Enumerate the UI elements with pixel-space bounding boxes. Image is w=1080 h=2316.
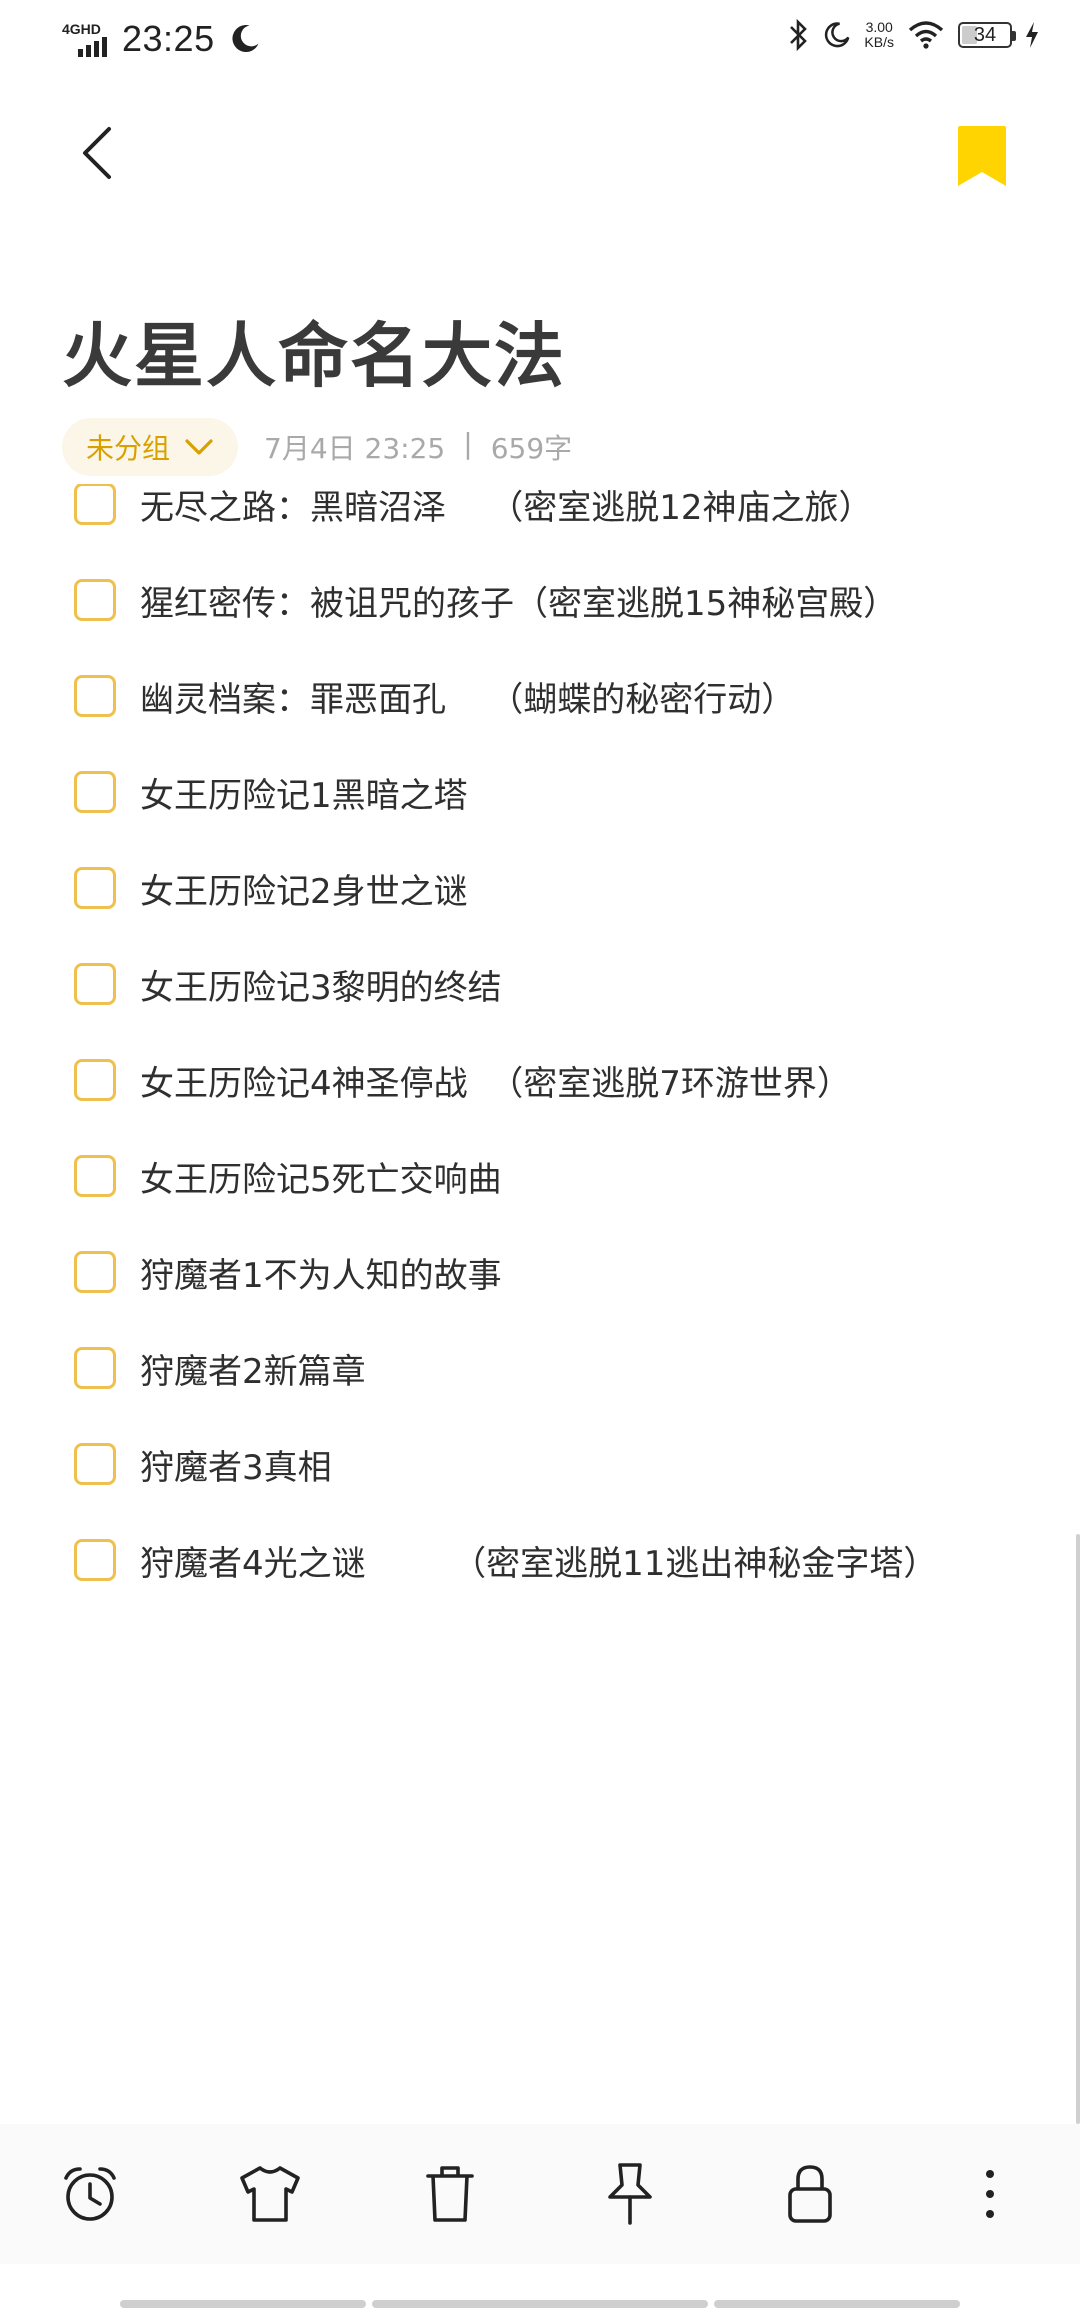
checklist-item: 狩魔者3真相 — [0, 1416, 1080, 1512]
trash-icon — [426, 2166, 474, 2222]
checklist-item: 狩魔者4光之谜 （密室逃脱11逃出神秘金字塔） — [0, 1512, 1080, 1608]
status-right: 3.00 KB/s 34 — [788, 18, 1040, 52]
moon-icon — [232, 25, 259, 53]
status-time: 23:25 — [122, 18, 215, 59]
checklist-item-text[interactable]: 猩红密传：被诅咒的孩子（密室逃脱15神秘宫殿） — [140, 576, 897, 625]
checklist-item-text[interactable]: 无尽之路：黑暗沼泽 （密室逃脱12神庙之旅） — [140, 484, 873, 529]
checkbox[interactable] — [74, 579, 116, 621]
meta-separator: | — [463, 427, 473, 460]
checklist-item-text[interactable]: 女王历险记5死亡交响曲 — [140, 1152, 502, 1201]
status-bar: 4GHD 23:25 3.00 KB/s 34 — [0, 0, 1080, 84]
checklist-item: 女王历险记1黑暗之塔 — [0, 744, 1080, 840]
network-speed-value: 3.00 — [865, 19, 893, 35]
note-title[interactable]: 火星人命名大法 — [62, 300, 566, 401]
signal-bars — [78, 37, 107, 57]
checkbox[interactable] — [74, 484, 116, 525]
more-button[interactable] — [950, 2154, 1030, 2234]
checklist-item-text[interactable]: 狩魔者2新篇章 — [140, 1344, 366, 1393]
note-info: 7月4日 23:25 | 659字 — [264, 427, 572, 467]
checklist: 无尽之路：黑暗沼泽 （密室逃脱12神庙之旅） 猩红密传：被诅咒的孩子（密室逃脱15… — [0, 484, 1080, 1608]
checkbox[interactable] — [74, 1059, 116, 1101]
note-date: 7月4日 23:25 — [264, 432, 446, 465]
bookmark-icon — [958, 126, 1006, 186]
checkbox[interactable] — [74, 867, 116, 909]
checkbox[interactable] — [74, 1251, 116, 1293]
checklist-item-text[interactable]: 女王历险记4神圣停战 （密室逃脱7环游世界） — [140, 1056, 851, 1105]
checkbox[interactable] — [74, 963, 116, 1005]
gesture-segment — [372, 2300, 708, 2308]
checklist-item-text[interactable]: 狩魔者3真相 — [140, 1440, 332, 1489]
battery-level: 34 — [973, 23, 997, 46]
bottom-toolbar — [0, 2124, 1080, 2264]
checkbox[interactable] — [74, 771, 116, 813]
lock-button[interactable] — [770, 2154, 850, 2234]
lock-icon — [788, 2165, 832, 2223]
shirt-icon — [240, 2166, 300, 2222]
checklist-item: 幽灵档案：罪恶面孔 （蝴蝶的秘密行动） — [0, 648, 1080, 744]
checklist-item: 女王历险记5死亡交响曲 — [0, 1128, 1080, 1224]
checkbox[interactable] — [74, 1155, 116, 1197]
charging-icon — [1026, 22, 1038, 48]
checklist-item: 女王历险记4神圣停战 （密室逃脱7环游世界） — [0, 1032, 1080, 1128]
chevron-down-icon — [185, 439, 213, 455]
network-speed-unit: KB/s — [864, 34, 894, 50]
status-left: 4GHD 23:25 — [62, 18, 263, 60]
checklist-item: 女王历险记2身世之谜 — [0, 840, 1080, 936]
alarm-icon — [64, 2167, 116, 2221]
checklist-item: 猩红密传：被诅咒的孩子（密室逃脱15神秘宫殿） — [0, 552, 1080, 648]
cellular-signal-icon: 4GHD — [62, 19, 110, 59]
checklist-item: 无尽之路：黑暗沼泽 （密室逃脱12神庙之旅） — [0, 484, 1080, 552]
checklist-item-text[interactable]: 幽灵档案：罪恶面孔 （蝴蝶的秘密行动） — [140, 672, 795, 721]
checklist-item: 狩魔者1不为人知的故事 — [0, 1224, 1080, 1320]
bluetooth-icon — [790, 18, 808, 52]
back-button[interactable] — [62, 118, 132, 188]
moon-icon-small — [825, 22, 850, 48]
more-icon — [986, 2170, 994, 2218]
bookmark-button[interactable] — [954, 124, 1010, 190]
delete-button[interactable] — [410, 2154, 490, 2234]
checkbox[interactable] — [74, 1347, 116, 1389]
battery-icon: 34 — [958, 22, 1016, 48]
checkbox[interactable] — [74, 1539, 116, 1581]
pin-button[interactable] — [590, 2154, 670, 2234]
checkbox[interactable] — [74, 1443, 116, 1485]
group-selector[interactable]: 未分组 — [62, 418, 239, 476]
network-speed: 3.00 KB/s — [864, 20, 894, 50]
scrollbar[interactable] — [1076, 1534, 1080, 2124]
gesture-segment — [120, 2300, 366, 2308]
checklist-item-text[interactable]: 狩魔者1不为人知的故事 — [140, 1248, 502, 1297]
checklist-item-text[interactable]: 狩魔者4光之谜 （密室逃脱11逃出神秘金字塔） — [140, 1536, 937, 1585]
reminder-button[interactable] — [50, 2154, 130, 2234]
checklist-item-text[interactable]: 女王历险记3黎明的终结 — [140, 960, 502, 1009]
gesture-bar — [0, 2300, 1080, 2308]
note-meta: 未分组 7月4日 23:25 | 659字 — [62, 418, 572, 476]
checklist-item: 女王历险记3黎明的终结 — [0, 936, 1080, 1032]
checklist-item-text[interactable]: 女王历险记1黑暗之塔 — [140, 768, 468, 817]
checklist-viewport[interactable]: 无尽之路：黑暗沼泽 （密室逃脱12神庙之旅） 猩红密传：被诅咒的孩子（密室逃脱15… — [0, 484, 1080, 2124]
checklist-item-text[interactable]: 女王历险记2身世之谜 — [140, 864, 468, 913]
wifi-icon — [908, 21, 944, 49]
word-count: 659字 — [490, 432, 573, 465]
group-label: 未分组 — [86, 432, 171, 465]
checklist-item: 狩魔者2新篇章 — [0, 1320, 1080, 1416]
note-page: 4GHD 23:25 3.00 KB/s 34 火星人命名大法 未分组 7月4日… — [0, 0, 1080, 2316]
network-type: 4GHD — [62, 21, 101, 37]
chevron-left-icon — [83, 127, 111, 179]
pin-icon — [608, 2163, 652, 2225]
gesture-segment — [714, 2300, 960, 2308]
theme-button[interactable] — [230, 2154, 310, 2234]
checkbox[interactable] — [74, 675, 116, 717]
